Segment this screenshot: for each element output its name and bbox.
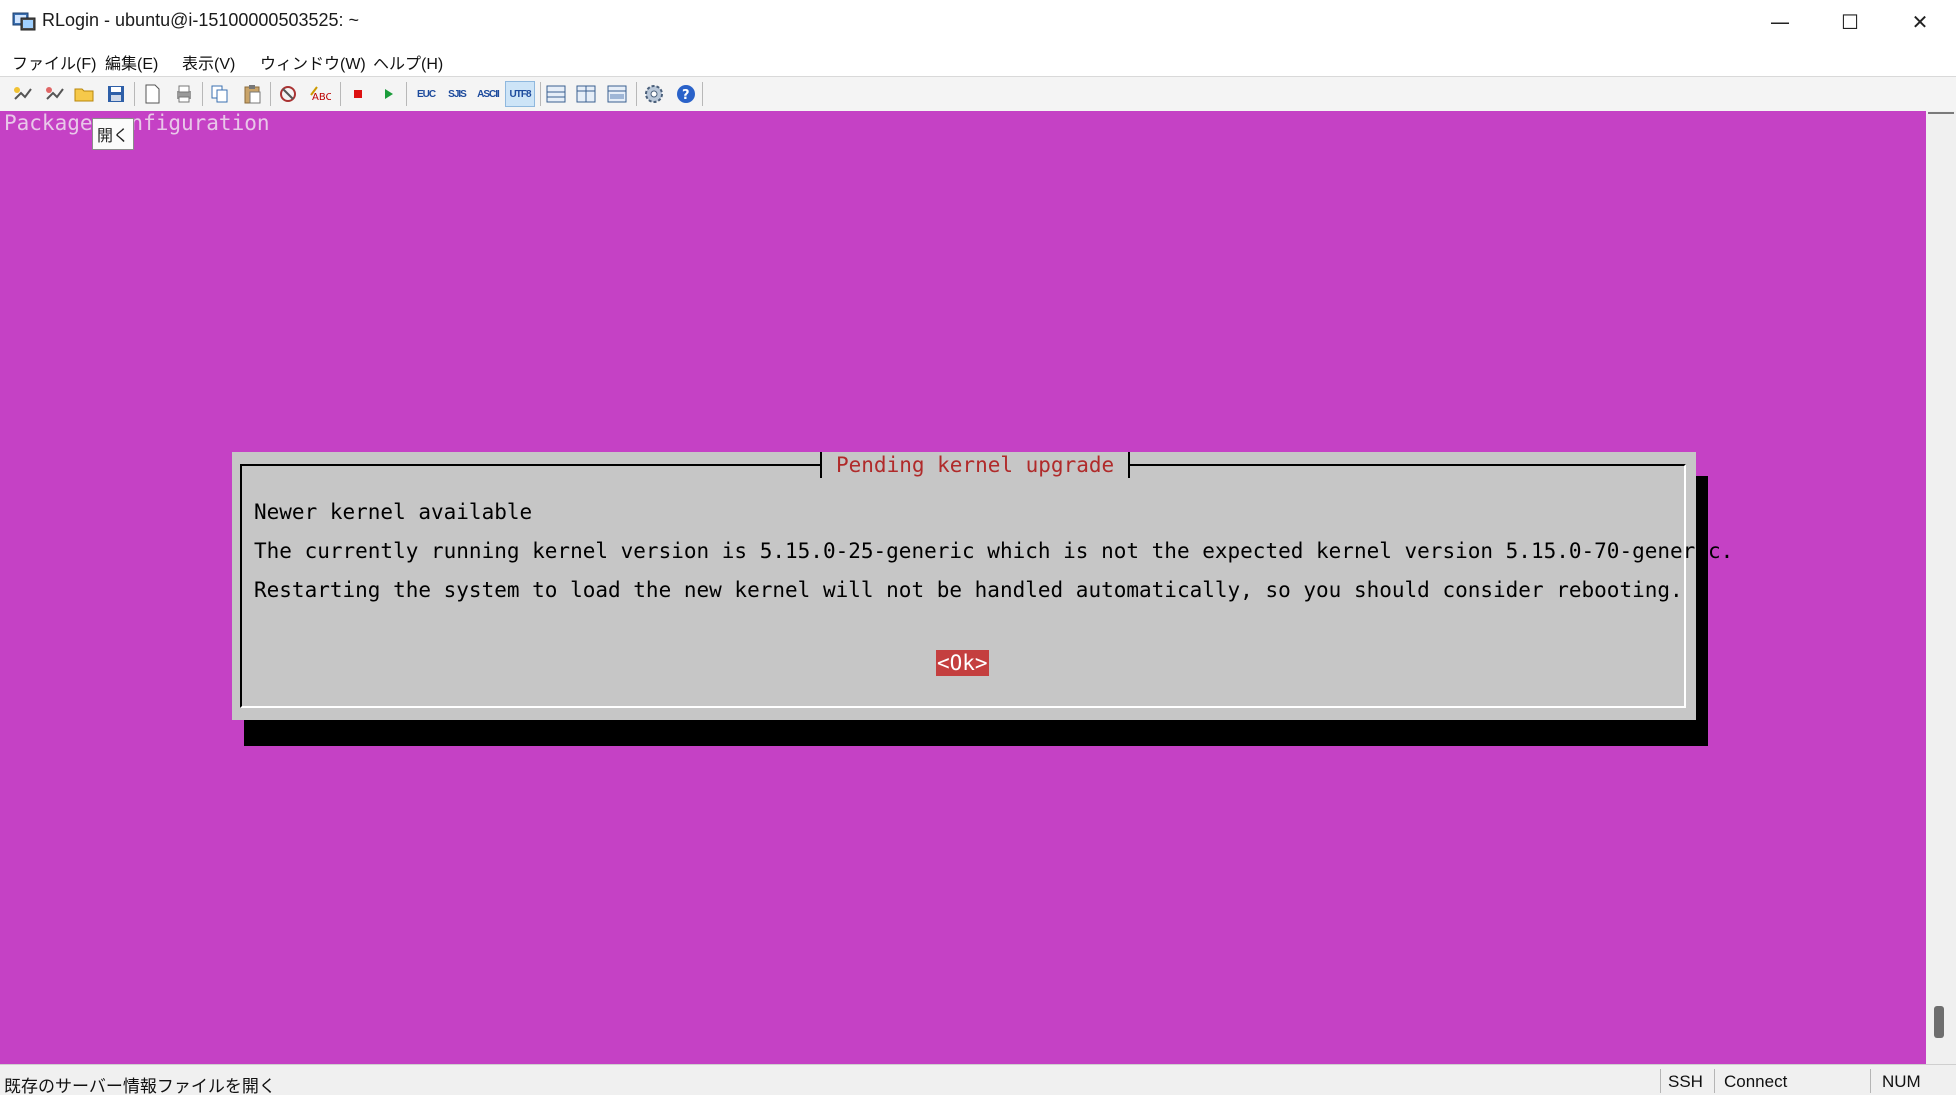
- dialog-heading: Newer kernel available: [254, 500, 533, 524]
- dialog-line-1: The currently running kernel version is …: [254, 539, 1734, 563]
- svg-text:?: ?: [682, 88, 690, 103]
- new-document-icon[interactable]: [140, 82, 164, 106]
- encoding-ascii-button[interactable]: ASCII: [474, 82, 502, 106]
- menu-edit[interactable]: 編集(E): [105, 50, 158, 74]
- vertical-scrollbar[interactable]: [1926, 111, 1956, 1064]
- scrollbar-thumb[interactable]: [1934, 1006, 1944, 1038]
- encoding-sjis-button[interactable]: SJIS: [443, 82, 471, 106]
- new-connection-icon[interactable]: [10, 82, 34, 106]
- print-icon[interactable]: [172, 82, 196, 106]
- save-icon[interactable]: [104, 82, 128, 106]
- capture-icon[interactable]: [276, 82, 300, 106]
- duplicate-connection-icon[interactable]: [42, 82, 66, 106]
- menu-bar: ファイル(F) 編集(E) 表示(V) ウィンドウ(W) ヘルプ(H): [0, 44, 1956, 76]
- dialog-frame: Pending kernel upgrade Newer kernel avai…: [240, 452, 1733, 708]
- settings-gear-icon[interactable]: [642, 82, 666, 106]
- split-horizontal-icon[interactable]: [544, 82, 568, 106]
- ok-button[interactable]: <Ok>: [936, 650, 989, 676]
- terminal-header-line: Package configuration: [4, 111, 270, 135]
- title-bar: RLogin - ubuntu@i-15100000503525: ~ — ☐ …: [0, 0, 1956, 44]
- pending-kernel-dialog: Pending kernel upgrade Newer kernel avai…: [232, 452, 1733, 720]
- spellcheck-icon[interactable]: ABC: [308, 82, 332, 106]
- copy-icon[interactable]: [208, 82, 232, 106]
- svg-text:ABC: ABC: [312, 92, 331, 103]
- play-icon[interactable]: [376, 82, 400, 106]
- menu-file[interactable]: ファイル(F): [12, 50, 96, 74]
- menu-window[interactable]: ウィンドウ(W): [260, 50, 366, 74]
- menu-help[interactable]: ヘルプ(H): [373, 50, 443, 74]
- split-window-icon[interactable]: [605, 82, 629, 106]
- status-message: 既存のサーバー情報ファイルを開く: [4, 1077, 276, 1096]
- status-numlock: NUM: [1882, 1072, 1921, 1091]
- dialog-title: Pending kernel upgrade: [820, 452, 1131, 478]
- menu-view[interactable]: 表示(V): [182, 50, 235, 74]
- help-icon[interactable]: ?: [674, 82, 698, 106]
- dialog-line-2: Restarting the system to load the new ke…: [254, 578, 1683, 602]
- open-tooltip: 開く: [92, 118, 134, 150]
- status-bar: 既存のサーバー情報ファイルを開く SSH Connect NUM: [0, 1064, 1956, 1096]
- close-button[interactable]: ✕: [1885, 0, 1955, 44]
- rlogin-app-icon[interactable]: [12, 10, 36, 32]
- split-vertical-icon[interactable]: [574, 82, 598, 106]
- maximize-button[interactable]: ☐: [1815, 0, 1885, 44]
- paste-icon[interactable]: [240, 82, 264, 106]
- status-connection-state: Connect: [1724, 1072, 1788, 1091]
- scrollbar-top-marker: [1928, 112, 1954, 114]
- minimize-button[interactable]: —: [1745, 0, 1815, 44]
- status-protocol: SSH: [1668, 1072, 1703, 1091]
- open-folder-icon[interactable]: [72, 82, 96, 106]
- encoding-utf8-button[interactable]: UTF8: [505, 81, 535, 107]
- encoding-euc-button[interactable]: EUC: [412, 82, 440, 106]
- window-title: RLogin - ubuntu@i-15100000503525: ~: [42, 10, 360, 30]
- toolbar: ABC EUC SJIS ASCII UTF8 ?: [0, 76, 1956, 112]
- stop-icon[interactable]: [346, 82, 370, 106]
